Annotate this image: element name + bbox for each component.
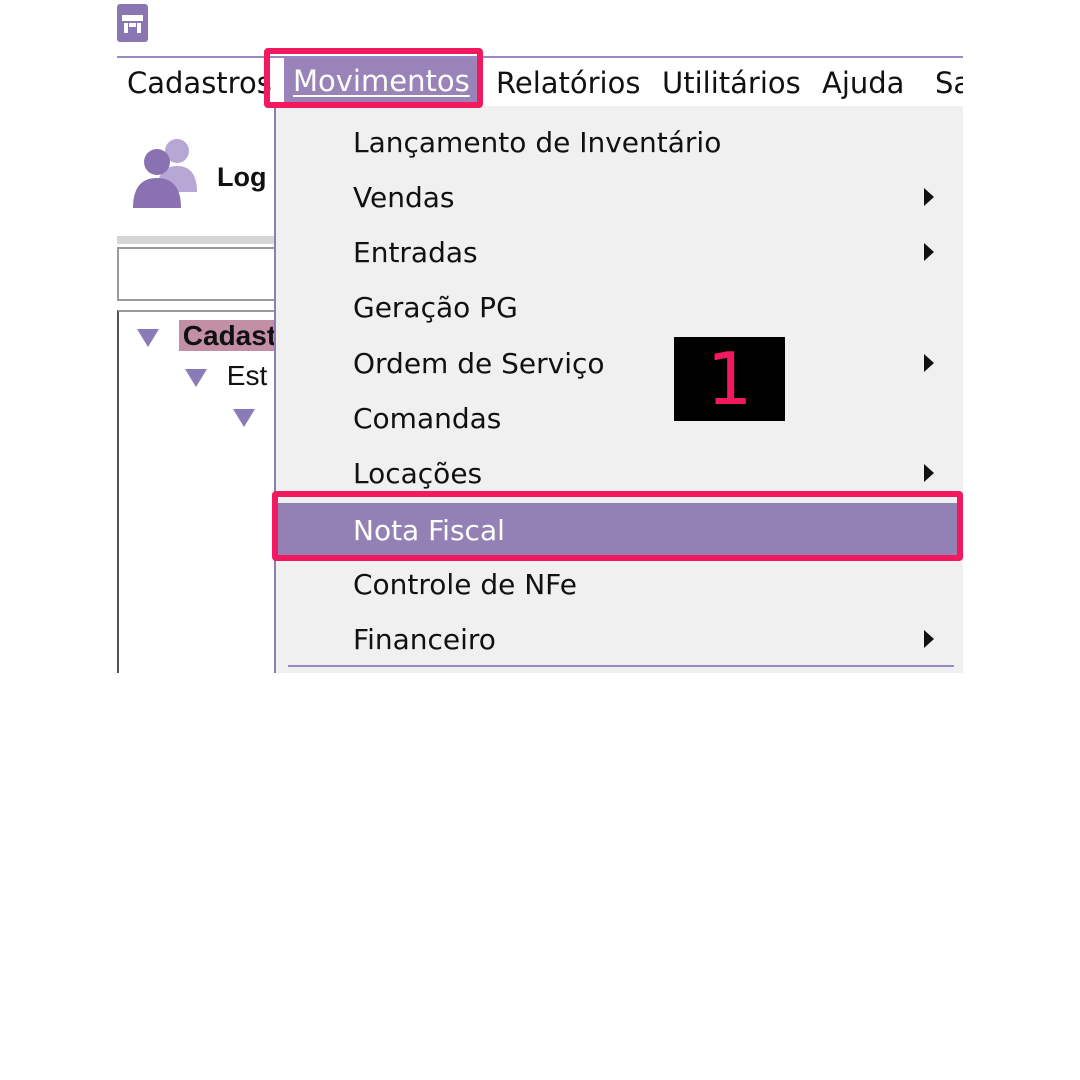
tree-node-child-label: Est	[226, 360, 268, 391]
expand-triangle-icon[interactable]	[137, 328, 159, 347]
menu-item-label: Ordem de Serviço	[353, 347, 605, 380]
submenu-arrow-icon	[924, 188, 934, 206]
login-label[interactable]: Log	[217, 162, 266, 193]
expand-triangle-icon[interactable]	[185, 368, 207, 387]
menu-relatorios[interactable]: Relatórios	[496, 64, 640, 102]
highlight-box-nota-fiscal	[272, 491, 963, 561]
step-number-badge: 1	[674, 337, 785, 421]
expand-triangle-icon[interactable]	[233, 408, 255, 427]
menu-sair[interactable]: Sa	[935, 64, 963, 102]
menu-item-vendas[interactable]: Vendas	[276, 170, 963, 225]
submenu-arrow-icon	[924, 464, 934, 482]
tree-node-root-label: Cadast	[178, 320, 281, 351]
menu-item-label: Geração PG	[353, 291, 518, 324]
menu-cadastros[interactable]: Cadastros	[127, 64, 272, 102]
movimentos-dropdown: Lançamento de Inventário Vendas Entradas…	[274, 106, 963, 673]
menu-item-ordem-servico[interactable]: Ordem de Serviço	[276, 336, 963, 391]
menu-item-label: Locações	[353, 457, 483, 490]
menu-item-label: Lançamento de Inventário	[353, 126, 722, 159]
app-logo-icon	[117, 4, 148, 42]
submenu-arrow-icon	[924, 354, 934, 372]
app-window: Cadastros Movimentos Relatórios Utilitár…	[117, 0, 963, 673]
navigation-tree: Cadast Est	[117, 310, 281, 673]
menu-item-label: Vendas	[353, 181, 455, 214]
users-icon	[133, 136, 199, 212]
menu-bar: Cadastros Movimentos Relatórios Utilitár…	[117, 56, 963, 106]
tree-node-child[interactable]: Est	[185, 360, 267, 392]
menu-item-label: Controle de NFe	[353, 568, 577, 601]
tree-node-grandchild[interactable]	[233, 400, 255, 432]
menu-ajuda[interactable]: Ajuda	[822, 64, 904, 102]
menu-divider	[288, 665, 954, 667]
menu-item-entradas[interactable]: Entradas	[276, 225, 963, 280]
menu-item-comandas[interactable]: Comandas	[276, 391, 963, 446]
search-input[interactable]	[117, 247, 277, 301]
menu-item-label: Financeiro	[353, 623, 496, 656]
menu-item-geracao-pg[interactable]: Geração PG	[276, 280, 963, 335]
login-panel: Log	[117, 106, 277, 240]
highlight-box-movimentos	[264, 48, 483, 108]
menu-item-lancamento-inventario[interactable]: Lançamento de Inventário	[276, 115, 963, 170]
menu-item-label: Comandas	[353, 402, 502, 435]
menu-item-financeiro[interactable]: Financeiro	[276, 612, 963, 667]
menu-utilitarios[interactable]: Utilitários	[662, 64, 801, 102]
tree-node-root[interactable]: Cadast	[137, 320, 281, 352]
menu-item-controle-nfe[interactable]: Controle de NFe	[276, 557, 963, 612]
submenu-arrow-icon	[924, 630, 934, 648]
submenu-arrow-icon	[924, 243, 934, 261]
menu-item-label: Entradas	[353, 236, 478, 269]
panel-separator	[117, 236, 277, 244]
